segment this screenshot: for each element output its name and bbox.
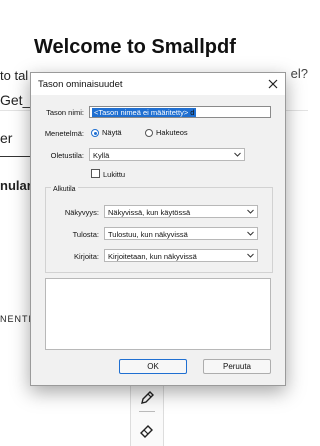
chevron-down-icon [234,152,241,157]
method-label: Menetelmä: [44,129,84,138]
layer-description-textarea[interactable] [45,278,271,350]
write-select[interactable]: Kirjoitetaan, kun näkyvissä [104,249,258,262]
layer-name-input[interactable]: <Tason nimeä ei määritetty> d [89,106,271,118]
dialog-titlebar[interactable]: Tason ominaisuudet [31,73,285,95]
print-select[interactable]: Tulostuu, kun näkyvissä [104,227,258,240]
method-radio-reference[interactable] [145,129,153,137]
background-tab[interactable]: er [0,130,12,146]
background-toolbar [130,380,164,446]
write-value: Kirjoitetaan, kun näkyvissä [108,252,197,261]
default-state-select[interactable]: Kyllä [89,148,245,161]
eraser-icon[interactable] [139,422,155,438]
background-heading: Welcome to Smallpdf [34,36,236,58]
print-value: Tulostuu, kun näkyvissä [108,230,188,239]
method-radio-show[interactable] [91,129,99,137]
default-state-label: Oletustila: [50,151,84,160]
visibility-label: Näkyvyys: [64,208,99,217]
background-section: nular [0,178,32,193]
chevron-down-icon [247,209,254,214]
locked-label[interactable]: Lukittu [103,170,125,179]
layer-name-value: <Tason nimeä ei määritetty> [93,108,190,117]
ok-button[interactable]: OK [119,359,187,374]
name-label: Tason nimi: [46,108,84,117]
cancel-button[interactable]: Peruuta [203,359,271,374]
chevron-down-icon [247,253,254,258]
visibility-select[interactable]: Näkyvissä, kun käytössä [104,205,258,218]
layer-name-cursor-char: d [190,108,195,117]
layer-properties-dialog: Tason ominaisuudet Tason nimi: <Tason ni… [30,72,286,386]
write-label: Kirjoita: [73,252,99,261]
close-icon[interactable] [265,76,281,92]
method-option-reference[interactable]: Hakuteos [156,128,188,137]
chevron-down-icon [247,231,254,236]
pen-icon[interactable] [139,390,155,406]
visibility-value: Näkyvissä, kun käytössä [108,208,191,217]
initial-state-group-title: Alkutila [51,186,78,193]
toolbar-separator [139,411,155,412]
dialog-title: Tason ominaisuudet [38,79,123,90]
default-state-value: Kyllä [93,151,110,160]
background-text-right: el? [290,66,308,81]
background-text-1: to tal [0,68,29,83]
method-option-show[interactable]: Näytä [102,128,122,137]
locked-checkbox[interactable] [91,169,100,178]
print-label: Tulosta: [72,230,99,239]
